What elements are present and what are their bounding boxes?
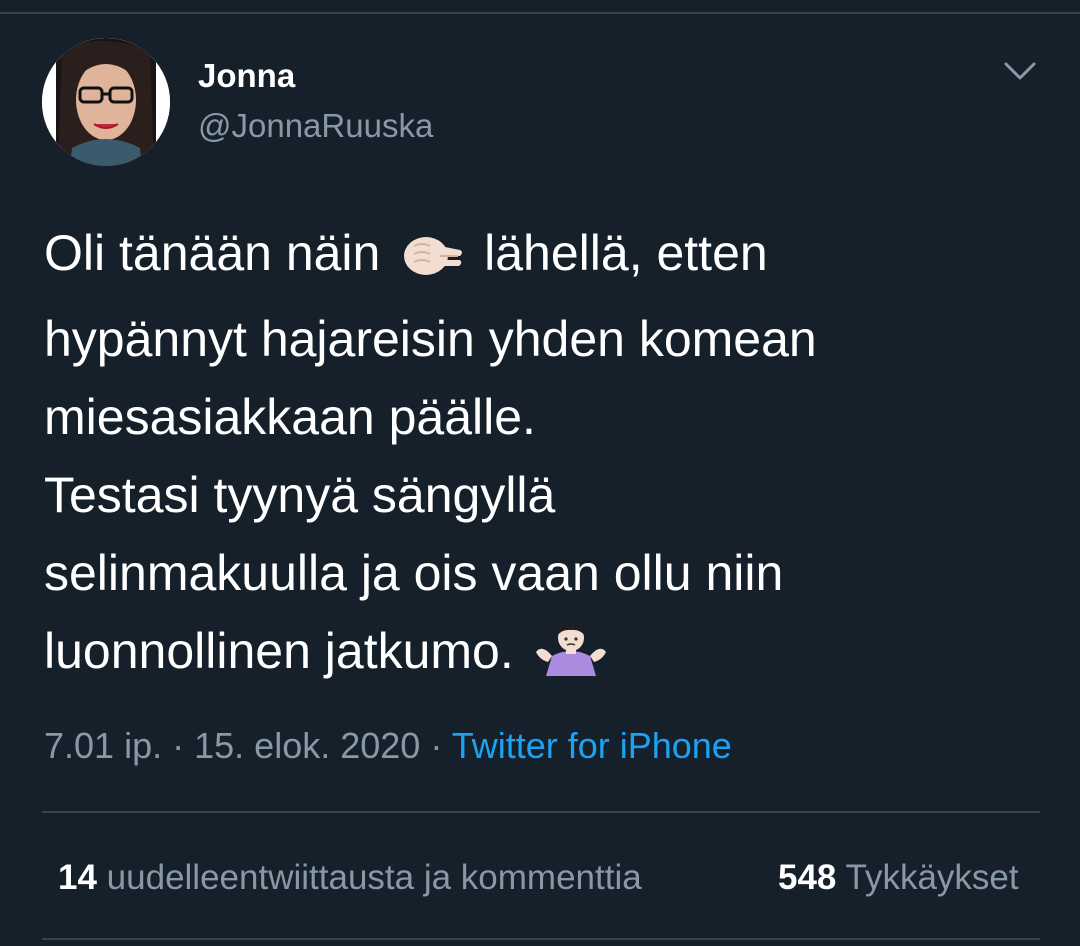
tweet-line: hypännyt hajareisin yhden komean — [44, 311, 817, 367]
likes-count: 548 — [778, 858, 837, 897]
tweet-line: Testasi tyynyä sängyllä — [44, 467, 556, 523]
tweet-line: luonnollinen jatkumo. — [44, 612, 1044, 698]
tweet-text-segment: lähellä, etten — [470, 225, 768, 281]
pinching-hand-emoji — [400, 222, 464, 300]
meta-separator: · — [430, 725, 443, 766]
tweet-date: 15. elok. 2020 — [194, 725, 421, 766]
meta-separator: · — [172, 725, 185, 766]
retweets-label: uudelleentwiittausta ja kommenttia — [106, 858, 642, 897]
top-divider — [0, 12, 1080, 14]
tweet-text: Oli tänään näin lähellä, etten hypännyt … — [44, 214, 1044, 698]
tweet-meta: 7.01 ip. · 15. elok. 2020 · Twitter for … — [44, 724, 732, 768]
tweet-time: 7.01 ip. — [44, 725, 163, 766]
tweet-line: Oli tänään näin lähellä, etten — [44, 214, 1044, 300]
likes-label: Tykkäykset — [845, 858, 1019, 897]
likes-stat[interactable]: 548 Tykkäykset — [778, 856, 1019, 900]
tweet-line: selinmakuulla ja ois vaan ollu niin — [44, 545, 784, 601]
tweet-text-segment: Oli tänään näin — [44, 225, 395, 281]
meta-divider — [42, 811, 1040, 813]
avatar-image — [42, 38, 170, 166]
tweet-line: miesasiakkaan päälle. — [44, 389, 536, 445]
retweets-count: 14 — [58, 858, 97, 897]
retweets-stat[interactable]: 14 uudelleentwiittausta ja kommenttia — [58, 856, 642, 900]
avatar[interactable] — [42, 38, 170, 166]
author-name[interactable]: Jonna — [198, 56, 295, 96]
chevron-down-icon[interactable] — [1002, 56, 1038, 86]
author-handle[interactable]: @JonnaRuuska — [198, 106, 433, 146]
stats-divider — [42, 938, 1040, 940]
tweet-source-link[interactable]: Twitter for iPhone — [452, 725, 732, 766]
tweet-text-segment: luonnollinen jatkumo. — [44, 623, 528, 679]
person-shrugging-emoji — [534, 620, 608, 698]
